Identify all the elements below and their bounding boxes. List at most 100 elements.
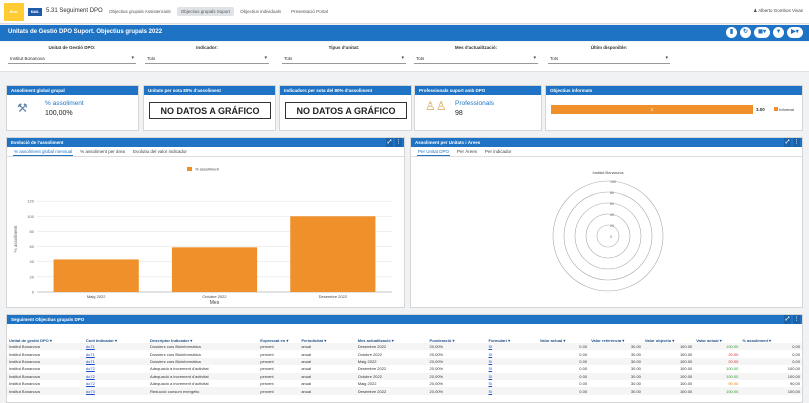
sort-icon[interactable]: ▾: [768, 338, 771, 343]
table-cell[interactable]: Si: [486, 372, 538, 380]
table-cell[interactable]: Si: [486, 343, 538, 351]
column-header[interactable]: Codi Indicador ▾: [84, 324, 148, 343]
informats-bar[interactable]: 1: [551, 105, 753, 114]
table-cell: 100.00: [679, 351, 693, 357]
filter-mes-select[interactable]: Tots ▾: [414, 53, 538, 64]
table-cell[interactable]: Si: [486, 357, 538, 366]
user-menu[interactable]: ♟ Alberto Gombos Vivas: [753, 8, 803, 14]
sort-icon[interactable]: ▾: [562, 338, 565, 343]
sort-icon[interactable]: ▾: [391, 338, 394, 343]
radar-tick-label: 20: [610, 224, 614, 228]
column-header[interactable]: Expressat en ▾: [258, 324, 299, 343]
table-cell[interactable]: do71: [84, 350, 148, 357]
table-cell[interactable]: do72: [84, 365, 148, 372]
column-header[interactable]: Ponderació ▾: [428, 324, 487, 343]
chevron-down-icon: ▾: [131, 55, 134, 61]
bookmark-icon[interactable]: ▮: [726, 27, 737, 38]
table-row[interactable]: Institut Bonanova do73 Reducció consum ene…: [7, 387, 802, 395]
column-header[interactable]: Periodicitat ▾: [299, 324, 355, 343]
table-cell[interactable]: Si: [487, 380, 538, 387]
x-tick-label: Desembre 2022: [319, 294, 348, 299]
tab-objectius-individuals[interactable]: Objectius individuals: [236, 7, 285, 16]
table-cell: anual: [301, 366, 312, 372]
toggle-icon[interactable]: ◼▾: [754, 27, 770, 38]
filter-indicador-select[interactable]: Tots ▾: [145, 53, 269, 64]
table-cell[interactable]: do71: [83, 357, 149, 366]
evolucio-panel: Evolució de l'assoliment ⤢ ⋮ % assolimen…: [6, 137, 405, 308]
column-header[interactable]: Valor actual ▾: [694, 324, 740, 343]
tab-per-arees[interactable]: Per Àrees: [456, 147, 478, 156]
filter-unitat-select[interactable]: Institut Bonanova ▾: [8, 53, 136, 64]
table-cell: 30.00: [589, 387, 643, 395]
sort-icon[interactable]: ▾: [114, 338, 117, 343]
more-options-icon[interactable]: ⋮: [793, 138, 800, 147]
table-cell: percent: [258, 343, 300, 351]
radar-tick-label: 60: [610, 202, 614, 206]
radar-tick-label: 100: [610, 180, 616, 184]
expand-icon[interactable]: ⤢: [386, 138, 393, 147]
expand-icon[interactable]: ⤢: [784, 138, 791, 147]
app-logo[interactable]: Ens.: [4, 3, 24, 21]
column-header[interactable]: Valor actual ▾: [538, 324, 589, 343]
sort-icon[interactable]: ▾: [189, 338, 192, 343]
column-header-label: Periodicitat: [301, 338, 324, 343]
filter-icon[interactable]: ▼: [773, 27, 784, 38]
seguiment-title: Seguiment Objectius grupals DPO ⤢ ⋮: [7, 315, 802, 324]
tab-evolutiu-indicador[interactable]: Evolutiu del valor indicador: [132, 147, 188, 156]
table-row[interactable]: Institut Bonanova do71 Dossiers curs Bioin…: [7, 343, 802, 351]
column-header[interactable]: Unitat de gestió DPO ▾: [7, 324, 84, 343]
table-cell: Desembre 2022: [355, 387, 428, 395]
table-cell[interactable]: Si: [487, 365, 538, 372]
more-options-icon[interactable]: ⋮: [793, 315, 800, 324]
tab-per-unitat[interactable]: Per Unitat DPO: [417, 147, 451, 156]
tab-per-indicador[interactable]: Per indicador: [484, 147, 513, 156]
column-header[interactable]: Valor objectiu ▾: [643, 324, 694, 343]
expand-icon[interactable]: ⤢: [784, 315, 791, 324]
filter-ultim-select[interactable]: Tots ▾: [548, 53, 670, 64]
table-row[interactable]: Institut Bonanova do72 Adequació a increme…: [7, 372, 802, 380]
sort-icon[interactable]: ▾: [323, 338, 326, 343]
table-cell[interactable]: do72: [84, 380, 148, 387]
sort-icon[interactable]: ▾: [507, 338, 510, 343]
tab-objectius-suport[interactable]: Objectius grupals Suport: [176, 7, 235, 16]
sort-icon[interactable]: ▾: [719, 338, 722, 343]
column-header-label: Expressat en: [260, 338, 286, 343]
sort-icon[interactable]: ▾: [451, 338, 454, 343]
y-tick-label: 0: [32, 290, 35, 295]
table-row[interactable]: Institut Bonanova do71 Dossiers curs Bioin…: [7, 350, 802, 357]
table-row[interactable]: Institut Bonanova do72 Adequació a increme…: [7, 365, 802, 372]
table-row[interactable]: Institut Bonanova do71 Dossiers curs Bioin…: [7, 357, 802, 366]
column-header[interactable]: Mes actualització ▾: [356, 324, 428, 343]
table-cell[interactable]: Si: [487, 350, 538, 357]
table-cell: anual: [299, 372, 356, 380]
table-row[interactable]: Institut Bonanova do72 Adequació a increme…: [7, 380, 802, 387]
table-cell: Dossiers curs Bioinformàtica: [150, 351, 201, 357]
y-axis-label: % assoliment: [13, 225, 18, 253]
column-header[interactable]: % assoliment ▾: [740, 324, 802, 343]
y-tick-label: 80: [30, 229, 35, 234]
filter-ultim-value: Tots: [550, 56, 559, 61]
table-cell[interactable]: do72: [83, 372, 149, 380]
more-options-icon[interactable]: ⋮: [395, 138, 402, 147]
table-cell[interactable]: Si: [486, 387, 538, 395]
refresh-icon[interactable]: ↻: [740, 27, 751, 38]
column-header[interactable]: Descriptor Indicador ▾: [148, 324, 258, 343]
export-icon[interactable]: ▶▾: [787, 27, 803, 38]
sort-icon[interactable]: ▾: [671, 338, 674, 343]
table-cell: 90,00: [789, 381, 800, 387]
table-header-row: Unitat de gestió DPO ▾ Codi Indicador ▾ De…: [7, 324, 802, 343]
sort-icon[interactable]: ▾: [621, 338, 624, 343]
tab-assoliment-area[interactable]: % assoliment per àrea: [79, 147, 126, 156]
radar-tick-label: 80: [610, 191, 614, 195]
tab-presentacio-portal[interactable]: Presentació Portal: [287, 7, 332, 16]
table-cell[interactable]: do73: [83, 387, 149, 395]
tab-objectius-assistencials[interactable]: Objectius grupals Assistencials: [105, 7, 175, 16]
sort-icon[interactable]: ▾: [285, 338, 288, 343]
column-header[interactable]: Formulari ▾: [487, 324, 538, 343]
column-header[interactable]: Valor referència ▾: [589, 324, 643, 343]
sort-icon[interactable]: ▾: [49, 338, 52, 343]
table-cell[interactable]: do71: [83, 343, 149, 351]
tab-assoliment-global[interactable]: % assoliment global mensual: [13, 147, 74, 156]
target-icon: ⚒: [17, 101, 28, 115]
filter-tipus-select[interactable]: Tots ▾: [282, 53, 406, 64]
